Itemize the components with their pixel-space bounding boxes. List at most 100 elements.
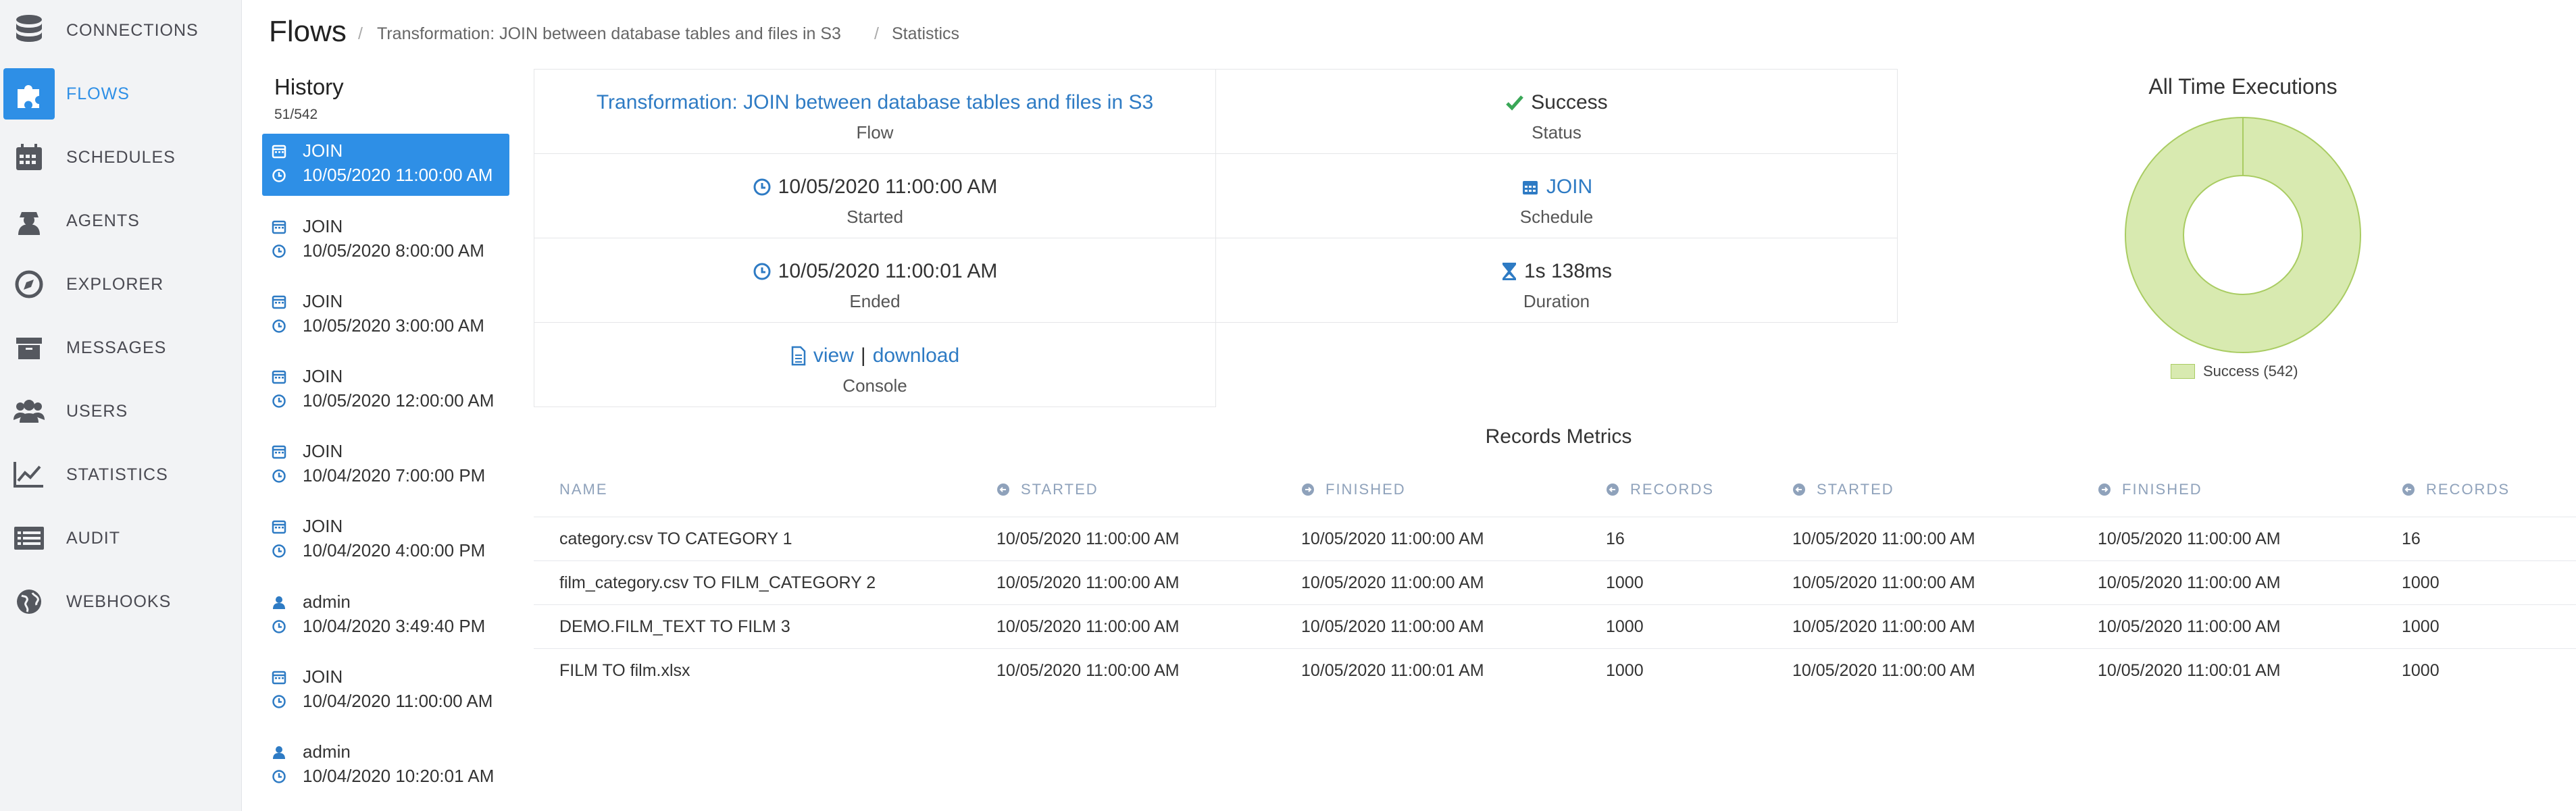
- arrow-left-circle-icon: [2402, 483, 2421, 496]
- table-cell: 10/05/2020 11:00:00 AM: [1301, 617, 1484, 636]
- flow-link[interactable]: Transformation: JOIN between database ta…: [534, 91, 1215, 114]
- history-item[interactable]: JOIN 10/05/2020 11:00:00 AM: [262, 134, 509, 196]
- history-item[interactable]: JOIN 10/04/2020 11:00:00 AM: [262, 660, 509, 722]
- sidebar-item-statistics[interactable]: STATISTICS: [0, 444, 242, 505]
- history-item[interactable]: JOIN 10/04/2020 7:00:00 PM: [262, 434, 509, 496]
- history-item-name: admin: [272, 592, 351, 612]
- table-cell: DEMO.FILM_TEXT TO FILM 3: [559, 617, 790, 636]
- clock-icon: [272, 319, 295, 334]
- check-icon: [1506, 95, 1524, 111]
- history-item-time: 10/04/2020 4:00:00 PM: [272, 540, 485, 561]
- history-item-name: JOIN: [272, 441, 343, 462]
- chart-line-icon: [3, 449, 55, 500]
- history-item[interactable]: JOIN 10/05/2020 8:00:00 AM: [262, 209, 509, 271]
- console-label: Console: [842, 375, 907, 396]
- sidebar-item-users[interactable]: USERS: [0, 381, 242, 442]
- table-cell: 10/05/2020 11:00:00 AM: [1301, 529, 1484, 548]
- duration-value: 1s 138ms: [1523, 260, 1613, 282]
- arrow-right-circle-icon: [2098, 483, 2117, 496]
- sidebar-item-flows[interactable]: FLOWS: [0, 63, 242, 124]
- calendar-icon: [272, 294, 295, 309]
- history-item[interactable]: admin 10/04/2020 10:20:01 AM: [262, 735, 509, 797]
- breadcrumb-flow[interactable]: Transformation: JOIN between database ta…: [377, 24, 841, 44]
- table-cell: 16: [1606, 529, 1625, 548]
- table-cell: 10/05/2020 11:00:01 AM: [1301, 661, 1484, 680]
- sidebar: CONNECTIONS FLOWS SCHEDULES AGENTS EXPLO…: [0, 0, 242, 811]
- table-cell: 10/05/2020 11:00:00 AM: [996, 573, 1180, 592]
- records-metrics-title: Records Metrics: [1485, 425, 1632, 448]
- table-cell: film_category.csv TO FILM_CATEGORY 2: [559, 573, 876, 592]
- table-cell: 10/05/2020 11:00:00 AM: [1792, 529, 1975, 548]
- clock-icon: [272, 769, 295, 784]
- calendar-icon: [272, 519, 295, 534]
- console-download-link[interactable]: download: [873, 344, 959, 367]
- history-item[interactable]: JOIN 10/05/2020 3:00:00 AM: [262, 284, 509, 346]
- table-cell: 1000: [2402, 661, 2440, 680]
- history-item-time: 10/04/2020 10:20:01 AM: [272, 766, 494, 787]
- console-view-link[interactable]: view: [813, 344, 854, 367]
- history-item[interactable]: admin 10/04/2020 3:49:40 PM: [262, 585, 509, 647]
- table-cell: 10/05/2020 11:00:00 AM: [2098, 573, 2281, 592]
- table-cell: 10/05/2020 11:00:00 AM: [996, 617, 1180, 636]
- table-cell: 10/05/2020 11:00:00 AM: [2098, 529, 2281, 548]
- sidebar-item-label: STATISTICS: [66, 465, 168, 484]
- column-header[interactable]: RECORDS: [1606, 481, 1714, 498]
- table-cell: 1000: [1606, 573, 1644, 592]
- sidebar-item-agents[interactable]: AGENTS: [0, 190, 242, 251]
- table-row[interactable]: FILM TO film.xlsx 10/05/2020 11:00:00 AM 1…: [534, 648, 2576, 692]
- ended-cell: 10/05/2020 11:00:01 AM Ended: [534, 238, 1216, 323]
- column-header[interactable]: FINISHED: [2098, 481, 2202, 498]
- table-cell: 10/05/2020 11:00:00 AM: [996, 529, 1180, 548]
- column-header[interactable]: STARTED: [996, 481, 1098, 498]
- column-header[interactable]: FINISHED: [1301, 481, 1406, 498]
- sidebar-item-label: USERS: [66, 401, 128, 421]
- table-cell: 10/05/2020 11:00:00 AM: [1792, 661, 1975, 680]
- sidebar-item-audit[interactable]: AUDIT: [0, 508, 242, 569]
- sidebar-item-messages[interactable]: MESSAGES: [0, 317, 242, 378]
- column-header[interactable]: STARTED: [1792, 481, 1894, 498]
- executions-legend[interactable]: Success (542): [2171, 363, 2298, 380]
- status-value: Success: [1531, 91, 1608, 113]
- started-cell: 10/05/2020 11:00:00 AM Started: [534, 153, 1216, 238]
- arrow-left-circle-icon: [1606, 483, 1625, 496]
- sidebar-item-schedules[interactable]: SCHEDULES: [0, 127, 242, 188]
- users-icon: [3, 386, 55, 437]
- history-item-time: 10/04/2020 3:49:40 PM: [272, 616, 485, 637]
- table-row[interactable]: DEMO.FILM_TEXT TO FILM 3 10/05/2020 11:00…: [534, 604, 2576, 648]
- column-header[interactable]: RECORDS: [2402, 481, 2510, 498]
- sidebar-item-connections[interactable]: CONNECTIONS: [0, 0, 242, 61]
- table-cell: 10/05/2020 11:00:00 AM: [996, 661, 1180, 680]
- column-header[interactable]: NAME: [559, 481, 608, 498]
- history-item-name: JOIN: [272, 291, 343, 312]
- calendar-icon: [272, 144, 295, 159]
- history-item-time: 10/05/2020 12:00:00 AM: [272, 390, 494, 411]
- arrow-left-circle-icon: [1792, 483, 1811, 496]
- table-cell: 1000: [2402, 617, 2440, 636]
- sidebar-item-webhooks[interactable]: WEBHOOKS: [0, 571, 242, 632]
- table-cell: 16: [2402, 529, 2421, 548]
- history-title: History: [274, 74, 344, 99]
- table-cell: 10/05/2020 11:00:00 AM: [1792, 617, 1975, 636]
- schedule-cell: JOIN Schedule: [1215, 153, 1898, 238]
- history-item[interactable]: JOIN 10/05/2020 12:00:00 AM: [262, 359, 509, 421]
- table-cell: 1000: [2402, 573, 2440, 592]
- history-item-time: 10/04/2020 7:00:00 PM: [272, 465, 485, 486]
- table-row[interactable]: film_category.csv TO FILM_CATEGORY 2 10/0…: [534, 560, 2576, 604]
- schedule-link[interactable]: JOIN: [1216, 176, 1897, 199]
- history-item-time: 10/05/2020 11:00:00 AM: [272, 165, 493, 186]
- flow-cell: Transformation: JOIN between database ta…: [534, 69, 1216, 154]
- table-row[interactable]: category.csv TO CATEGORY 1 10/05/2020 11:…: [534, 517, 2576, 560]
- breadcrumb-statistics: Statistics: [892, 24, 960, 43]
- history-item-name: JOIN: [272, 216, 343, 237]
- duration-cell: 1s 138ms Duration: [1215, 238, 1898, 323]
- calendar-icon: [3, 132, 55, 183]
- duration-label: Duration: [1523, 291, 1590, 311]
- ended-label: Ended: [849, 291, 901, 311]
- history-item[interactable]: JOIN 10/04/2020 4:00:00 PM: [262, 509, 509, 571]
- database-icon: [3, 5, 55, 56]
- clock-icon: [753, 178, 771, 196]
- table-cell: category.csv TO CATEGORY 1: [559, 529, 792, 548]
- clock-icon: [272, 544, 295, 558]
- history-count: 51/542: [274, 107, 318, 122]
- sidebar-item-explorer[interactable]: EXPLORER: [0, 254, 242, 315]
